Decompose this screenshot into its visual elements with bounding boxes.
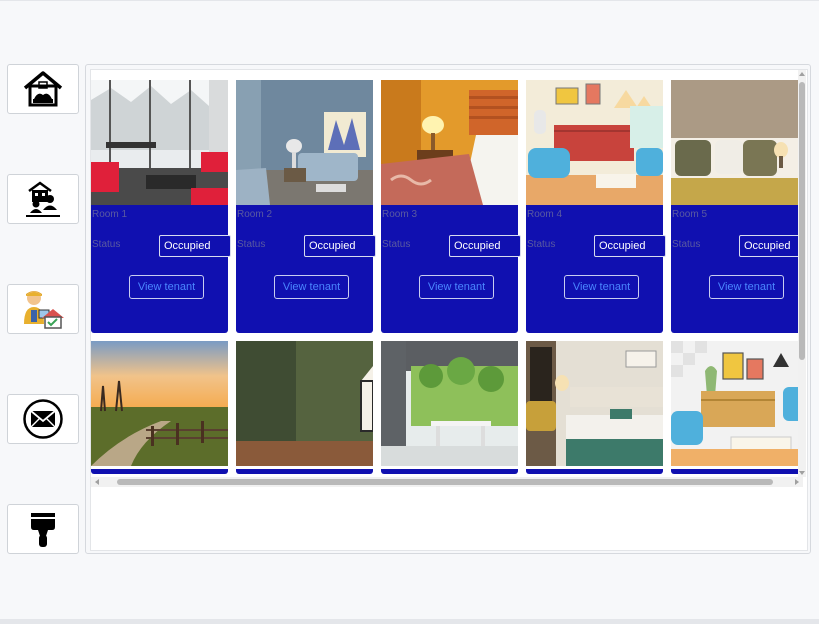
room-photo (671, 80, 803, 205)
room-label: Room 4 (527, 209, 563, 220)
house-icon (23, 71, 63, 107)
room-label: Room 1 (92, 209, 128, 220)
sidebar-messages-button[interactable] (7, 394, 79, 444)
top-border (0, 0, 819, 1)
room-card (91, 341, 228, 477)
room-photo (236, 80, 373, 205)
room-info: Room 4 Status Occupied View tenant (526, 205, 666, 333)
room-info (526, 469, 663, 474)
scroll-up-arrow-icon[interactable] (799, 72, 805, 76)
rooms-panel: Room 1 Status Occupied View tenant Room … (85, 64, 811, 554)
room-info (671, 469, 803, 474)
room-label: Room 2 (237, 209, 273, 220)
room-card: Room 5 Status Occupied View tenant (671, 80, 803, 333)
room-photo (526, 341, 663, 466)
room-photo (91, 80, 228, 205)
room-label: Room 3 (382, 209, 418, 220)
status-label: Status (382, 239, 411, 250)
status-dropdown[interactable]: Occupied (159, 235, 231, 257)
sidebar-maintenance-button[interactable] (7, 504, 79, 554)
room-label: Room 5 (672, 209, 708, 220)
room-card: Room 3 Status Occupied View tenant (381, 80, 521, 333)
status-label: Status (237, 239, 266, 250)
status-dropdown[interactable]: Occupied (594, 235, 666, 257)
room-photo (526, 80, 663, 205)
room-card: Room 4 Status Occupied View tenant (526, 80, 666, 333)
room-info: Room 2 Status Occupied View tenant (236, 205, 376, 333)
sidebar-home-button[interactable] (7, 64, 79, 114)
view-tenant-button[interactable]: View tenant (564, 275, 639, 299)
room-info: Room 3 Status Occupied View tenant (381, 205, 521, 333)
room-info (381, 469, 518, 474)
horizontal-scroll-thumb[interactable] (117, 479, 773, 485)
vertical-scrollbar[interactable] (798, 70, 806, 477)
tenant-building-icon (25, 180, 61, 218)
room-info (91, 469, 228, 474)
sidebar-tenants-button[interactable] (7, 174, 79, 224)
paint-brush-icon (31, 513, 55, 547)
view-tenant-button[interactable]: View tenant (419, 275, 494, 299)
vertical-scroll-thumb[interactable] (799, 82, 805, 360)
landlord-icon (24, 291, 64, 329)
status-label: Status (92, 239, 121, 250)
room-photo (381, 80, 518, 205)
room-card (381, 341, 518, 477)
status-label: Status (527, 239, 556, 250)
room-card (671, 341, 803, 477)
room-photo (671, 341, 803, 466)
app-window: Room 1 Status Occupied View tenant Room … (0, 0, 819, 624)
room-card: Room 2 Status Occupied View tenant (236, 80, 376, 333)
room-info (236, 469, 373, 474)
view-tenant-button[interactable]: View tenant (274, 275, 349, 299)
view-tenant-button[interactable]: View tenant (129, 275, 204, 299)
sidebar-landlord-button[interactable] (7, 284, 79, 334)
room-photo (91, 341, 228, 466)
room-photo (236, 341, 373, 466)
status-label: Status (672, 239, 701, 250)
status-dropdown[interactable]: Occupied (449, 235, 521, 257)
status-dropdown[interactable]: Occupied (304, 235, 376, 257)
room-card (236, 341, 373, 477)
room-info: Room 5 Status Occupied View tenant (671, 205, 803, 333)
rooms-scroll-area[interactable]: Room 1 Status Occupied View tenant Room … (90, 69, 808, 551)
view-tenant-button[interactable]: View tenant (709, 275, 784, 299)
scroll-right-arrow-icon[interactable] (795, 479, 799, 485)
room-info: Room 1 Status Occupied View tenant (91, 205, 231, 333)
scroll-down-arrow-icon[interactable] (799, 471, 805, 475)
horizontal-scrollbar[interactable] (91, 477, 803, 487)
room-photo (381, 341, 518, 466)
status-dropdown[interactable]: Occupied (739, 235, 803, 257)
rooms-grid: Room 1 Status Occupied View tenant Room … (91, 80, 803, 477)
bottom-border (0, 619, 819, 624)
scroll-left-arrow-icon[interactable] (95, 479, 99, 485)
room-card: Room 1 Status Occupied View tenant (91, 80, 231, 333)
room-card (526, 341, 663, 477)
envelope-icon (23, 399, 63, 439)
